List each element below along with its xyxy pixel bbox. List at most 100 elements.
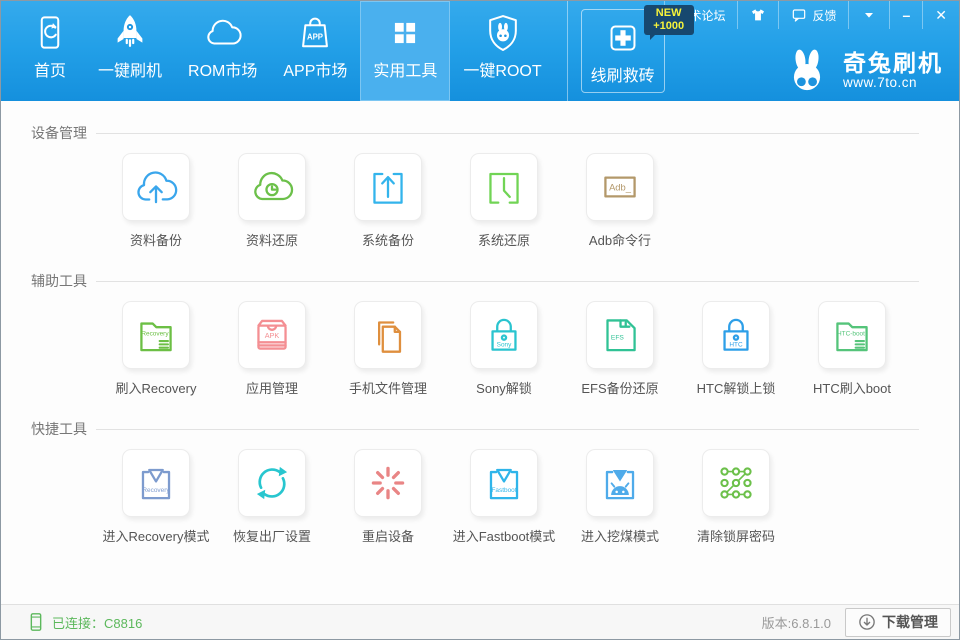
tool-label: 进入挖煤模式 — [581, 526, 659, 545]
close-button[interactable]: ✕ — [923, 1, 959, 29]
feedback-label: 反馈 — [812, 7, 836, 24]
enter-download-mode-icon — [595, 458, 645, 508]
tool-app-manager[interactable]: APK 应用管理 — [238, 301, 306, 397]
wire-flash-rescue-icon-wrap — [601, 15, 645, 61]
section-divider-line — [96, 133, 919, 134]
tab-one-key-flash[interactable]: 一键刷机 — [85, 1, 175, 101]
tool-clear-lockscreen-password[interactable]: 清除锁屏密码 — [702, 449, 770, 545]
tool-label: 刷入Recovery — [116, 378, 197, 397]
section-title: 辅助工具 — [31, 271, 87, 291]
tool-card: Recovery — [122, 449, 190, 517]
tab-wire-flash-rescue[interactable]: 线刷救砖NEW+1000 — [581, 9, 665, 93]
tool-system-restore[interactable]: 系统还原 — [470, 153, 538, 249]
connection-status: 已连接：C8816 — [29, 612, 142, 632]
tool-card — [354, 449, 422, 517]
tool-data-restore[interactable]: 资料还原 — [238, 153, 306, 249]
shield-icon — [481, 11, 525, 55]
tool-enter-recovery-mode[interactable]: Recovery 进入Recovery模式 — [122, 449, 190, 545]
section-divider-line — [96, 429, 919, 430]
tool-sony-unlock[interactable]: Sony Sony解锁 — [470, 301, 538, 397]
home-icon — [28, 11, 72, 55]
tab-label: 一键ROOT — [463, 57, 541, 81]
plusbox-icon — [601, 16, 645, 60]
system-restore-icon — [479, 162, 529, 212]
tab-one-key-root[interactable]: 一键ROOT — [450, 1, 554, 101]
tab-label: APP市场 — [283, 57, 347, 81]
tool-data-backup[interactable]: 资料备份 — [122, 153, 190, 249]
adb-command-line-icon: Adb_ — [595, 162, 645, 212]
brand-site: www.7to.cn — [843, 76, 943, 91]
brand-name: 奇兔刷机 — [843, 51, 943, 76]
tool-label: HTC刷入boot — [813, 378, 891, 397]
sony-unlock-icon: Sony — [479, 310, 529, 360]
tool-label: 恢复出厂设置 — [233, 526, 311, 545]
svg-text:EFS: EFS — [611, 335, 625, 342]
flash-recovery-icon: Recovery — [131, 310, 181, 360]
tool-card — [470, 153, 538, 221]
tool-label: HTC解锁上锁 — [697, 378, 776, 397]
tool-row: 资料备份 资料还原 系统备份 系统还原 Adb_ Adb命令行 — [1, 153, 959, 249]
tool-card — [702, 449, 770, 517]
tool-card — [238, 449, 306, 517]
tool-enter-fastboot-mode[interactable]: Fastboot 进入Fastboot模式 — [470, 449, 538, 545]
one-key-flash-icon-wrap — [108, 10, 152, 56]
tool-flash-recovery[interactable]: Recovery 刷入Recovery — [122, 301, 190, 397]
rabbit-logo-icon — [779, 48, 835, 94]
tool-label: 清除锁屏密码 — [697, 526, 775, 545]
header: 首页 一键刷机 ROM市场 APP APP市场 实用工具 一键ROOT 线刷救砖… — [1, 1, 959, 101]
reboot-device-icon — [363, 458, 413, 508]
section: 辅助工具 Recovery 刷入Recovery APK 应用管理 手机文件管理… — [1, 249, 959, 397]
rom-market-icon-wrap — [201, 10, 245, 56]
rocket-icon — [108, 11, 152, 55]
tool-htc-unlock-relock[interactable]: HTC HTC解锁上锁 — [702, 301, 770, 397]
tool-label: EFS备份还原 — [581, 378, 658, 397]
section-divider-line — [96, 281, 919, 282]
tab-label: 线刷救砖 — [591, 62, 655, 86]
app-manager-icon: APK — [247, 310, 297, 360]
tool-card: Adb_ — [586, 153, 654, 221]
tab-home[interactable]: 首页 — [15, 1, 85, 101]
tool-adb-command-line[interactable]: Adb_ Adb命令行 — [586, 153, 654, 249]
data-backup-icon — [131, 162, 181, 212]
tool-factory-reset[interactable]: 恢复出厂设置 — [238, 449, 306, 545]
tool-phone-file-manager[interactable]: 手机文件管理 — [354, 301, 422, 397]
skin-icon — [750, 7, 766, 23]
tool-label: 应用管理 — [246, 378, 298, 397]
app-market-icon-wrap: APP — [293, 10, 337, 56]
enter-fastboot-mode-icon: Fastboot — [479, 458, 529, 508]
tab-label: ROM市场 — [188, 57, 257, 81]
tab-rom-market[interactable]: ROM市场 — [175, 1, 270, 101]
tool-row: Recovery 刷入Recovery APK 应用管理 手机文件管理 Sony… — [1, 301, 959, 397]
new-badge: NEW+1000 — [644, 5, 694, 35]
enter-recovery-mode-icon: Recovery — [131, 458, 181, 508]
tab-label: 实用工具 — [373, 57, 437, 81]
tool-system-backup[interactable]: 系统备份 — [354, 153, 422, 249]
phone-file-manager-icon — [363, 310, 413, 360]
tool-reboot-device[interactable]: 重启设备 — [354, 449, 422, 545]
app-window: 首页 一键刷机 ROM市场 APP APP市场 实用工具 一键ROOT 线刷救砖… — [0, 0, 960, 640]
connection-status-text: 已连接：C8816 — [52, 613, 142, 632]
dropdown-icon — [861, 7, 877, 23]
phone-connected-icon — [29, 612, 43, 632]
tool-efs-backup-restore[interactable]: EFS EFS备份还原 — [586, 301, 654, 397]
minimize-icon: – — [902, 8, 910, 22]
htc-unlock-relock-icon: HTC — [711, 310, 761, 360]
dropdown-button[interactable] — [849, 1, 889, 29]
tab-app-market[interactable]: APP APP市场 — [270, 1, 360, 101]
minimize-button[interactable]: – — [890, 1, 922, 29]
efs-backup-restore-icon: EFS — [595, 310, 645, 360]
bag-icon: APP — [293, 11, 337, 55]
download-icon — [858, 613, 876, 631]
one-key-root-icon-wrap — [481, 10, 525, 56]
feedback-button[interactable]: 反馈 — [779, 1, 848, 29]
tool-htc-flash-boot[interactable]: HTC-boot HTC刷入boot — [818, 301, 886, 397]
section-header: 设备管理 — [1, 122, 959, 144]
tab-utilities[interactable]: 实用工具 — [360, 1, 450, 101]
skin-button[interactable] — [738, 1, 778, 29]
download-manager-button[interactable]: 下载管理 — [845, 608, 951, 637]
tool-enter-download-mode[interactable]: 进入挖煤模式 — [586, 449, 654, 545]
tool-card: EFS — [586, 301, 654, 369]
tool-label: 手机文件管理 — [349, 378, 427, 397]
tool-card: Fastboot — [470, 449, 538, 517]
tool-label: 进入Fastboot模式 — [453, 526, 556, 545]
